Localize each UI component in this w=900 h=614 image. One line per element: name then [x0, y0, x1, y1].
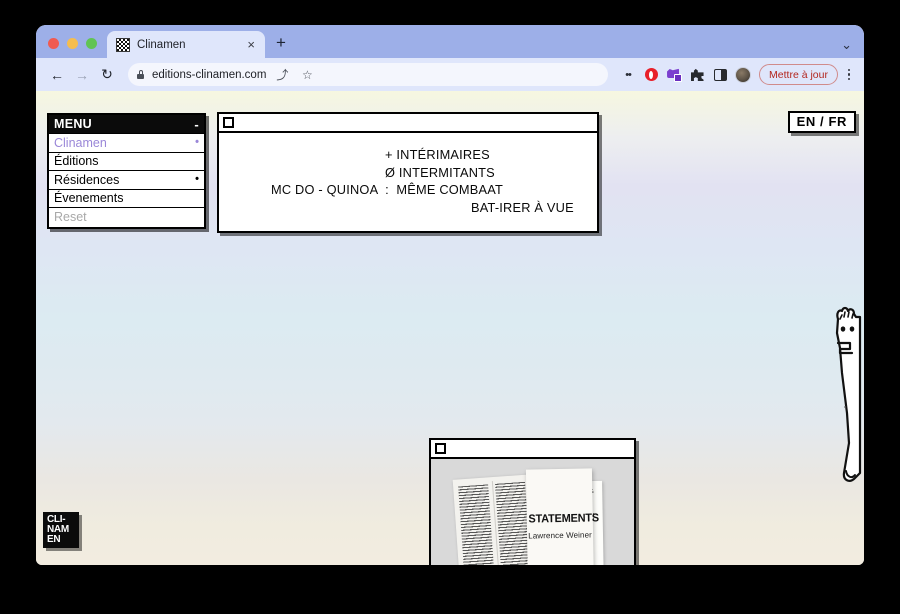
url-text: editions-clinamen.com — [152, 68, 267, 81]
browser-tab[interactable]: Clinamen × — [107, 31, 265, 58]
image-window: held together with STATEMENTS Lawrence W… — [429, 438, 636, 565]
collapse-icon: - — [194, 116, 199, 132]
tab-title: Clinamen — [137, 38, 186, 51]
close-tab-icon[interactable]: × — [245, 38, 257, 51]
text-line: Ø INTERMITANTS — [385, 164, 495, 180]
new-tab-button[interactable]: + — [265, 34, 296, 58]
page-viewport: MENU - Clinamen • Éditions Résidences • … — [36, 91, 864, 565]
lock-icon — [136, 70, 145, 80]
bookmark-star-icon[interactable]: ☆ — [298, 66, 316, 84]
sidebar-item-label: Clinamen — [54, 135, 107, 150]
update-button-label: Mettre à jour — [769, 68, 828, 81]
reload-button[interactable]: ↻ — [96, 64, 118, 86]
browser-window: Clinamen × + ⌄ ← → ↻ editions-clinamen.c… — [36, 25, 864, 565]
book-cover: STATEMENTS Lawrence Weiner — [525, 468, 600, 565]
book-title: STATEMENTS — [528, 512, 600, 526]
avatar[interactable] — [733, 64, 753, 86]
sidebar-item-reset[interactable]: Reset — [49, 208, 204, 227]
image-window-titlebar[interactable] — [431, 440, 634, 459]
purple-extension-icon[interactable] — [664, 64, 684, 86]
opera-icon[interactable] — [641, 64, 661, 86]
window-controls — [36, 38, 107, 58]
open-book-spread — [452, 474, 538, 565]
favicon-icon — [116, 37, 130, 52]
site-logo[interactable]: CLI- NAM EN — [43, 512, 79, 548]
text-window-body: + INTÉRIMAIRES Ø INTERMITANTS MC DO - QU… — [219, 133, 597, 231]
address-bar[interactable]: editions-clinamen.com ⤴ ☆ — [128, 63, 609, 86]
sidebar-item-label: Évenements — [54, 191, 124, 205]
sidebar-item-evenements[interactable]: Évenements — [49, 190, 204, 208]
maximize-window-button[interactable] — [86, 38, 97, 49]
close-square-icon[interactable] — [223, 117, 234, 128]
book-photo: held together with STATEMENTS Lawrence W… — [431, 459, 634, 565]
side-panel-icon[interactable] — [710, 64, 730, 86]
text-line: + INTÉRIMAIRES — [385, 147, 490, 162]
chevron-down-icon[interactable]: ⌄ — [841, 38, 852, 51]
sidebar-item-editions[interactable]: Éditions — [49, 153, 204, 171]
sidebar-item-clinamen[interactable]: Clinamen • — [49, 134, 204, 153]
minimize-window-button[interactable] — [67, 38, 78, 49]
sidebar-item-label: Reset — [54, 210, 87, 224]
sidebar-item-label: Éditions — [54, 154, 99, 168]
share-icon[interactable]: ⤴ — [273, 66, 291, 84]
site-menu: MENU - Clinamen • Éditions Résidences • … — [47, 113, 206, 229]
sidebar-item-residences[interactable]: Résidences • — [49, 171, 204, 190]
expand-marker-icon: • — [195, 173, 199, 186]
book-author: Lawrence Weiner — [528, 530, 592, 541]
close-square-icon[interactable] — [435, 443, 446, 454]
two-dots-icon[interactable]: •• — [618, 64, 638, 86]
site-menu-header-label: MENU — [54, 116, 93, 131]
sidebar-item-label: Résidences — [54, 172, 120, 187]
close-window-button[interactable] — [48, 38, 59, 49]
hand-drawn-creature-icon — [835, 306, 862, 482]
browser-toolbar: ← → ↻ editions-clinamen.com ⤴ ☆ •• Mettr… — [36, 58, 864, 91]
update-button[interactable]: Mettre à jour — [759, 64, 838, 85]
forward-button[interactable]: → — [71, 64, 93, 86]
language-switch[interactable]: EN / FR — [787, 111, 856, 133]
back-button[interactable]: ← — [46, 64, 68, 86]
text-window: + INTÉRIMAIRES Ø INTERMITANTS MC DO - QU… — [217, 112, 599, 233]
text-line: BAT-IRER À VUE — [471, 199, 574, 215]
puzzle-extension-icon[interactable] — [687, 64, 707, 86]
logo-line-3: EN — [47, 534, 61, 545]
text-column — [458, 484, 494, 565]
tab-strip: Clinamen × + ⌄ — [36, 25, 864, 58]
site-menu-header[interactable]: MENU - — [49, 115, 204, 134]
text-line: MC DO - QUINOA : MÊME COMBAAT — [271, 182, 504, 198]
kebab-menu-icon[interactable] — [842, 68, 856, 81]
expand-marker-icon: • — [195, 136, 199, 149]
text-window-titlebar[interactable] — [219, 114, 597, 133]
